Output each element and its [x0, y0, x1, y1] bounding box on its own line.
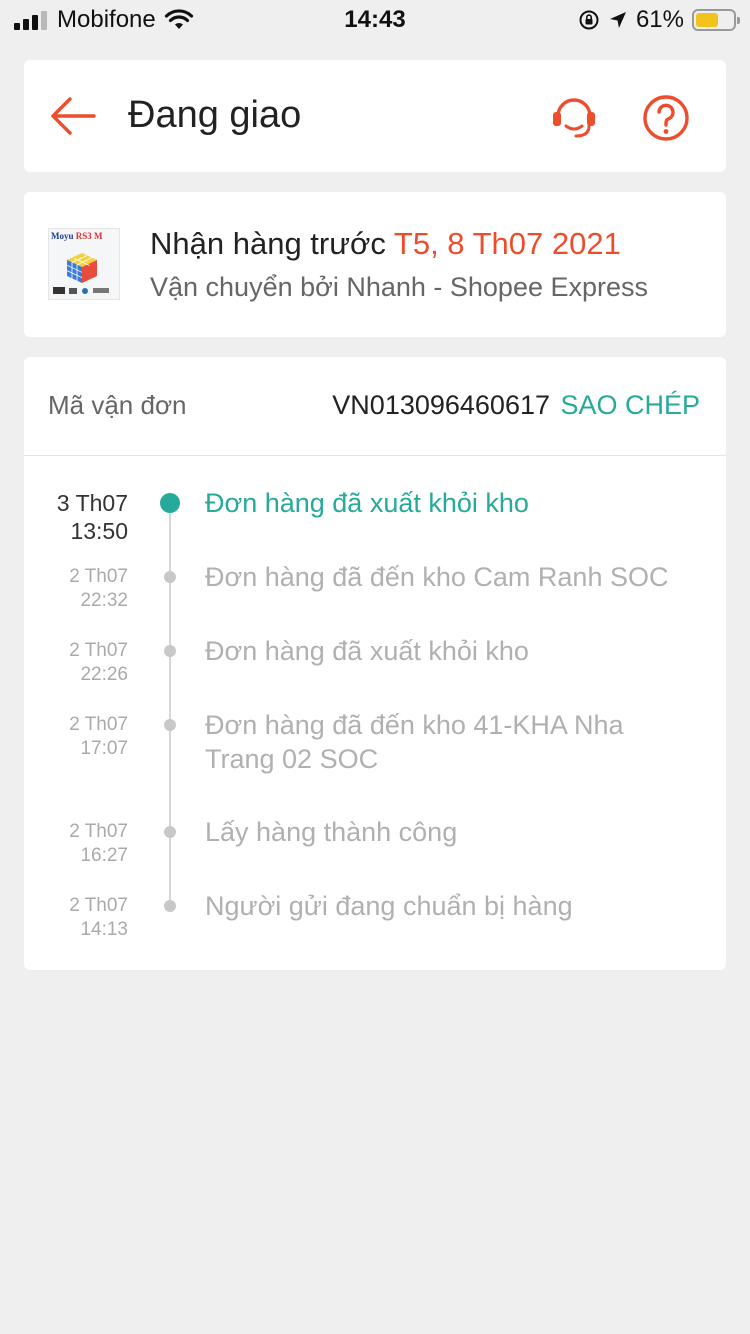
copy-button[interactable]: SAO CHÉP [560, 390, 700, 421]
event-description: Đơn hàng đã đến kho 41-KHA Nha Trang 02 … [205, 710, 624, 774]
accessories-image [53, 287, 109, 294]
support-button[interactable] [548, 92, 600, 142]
event-timestamp: 2 Th07 22:32 [28, 565, 128, 613]
event-date: 2 Th07 [69, 821, 128, 842]
status-dot [164, 900, 176, 912]
event-timestamp: 2 Th07 17:07 [28, 713, 128, 761]
status-dot [164, 719, 176, 731]
event-description: Đơn hàng đã xuất khỏi kho [205, 488, 529, 518]
event-date: 2 Th07 [69, 566, 128, 587]
event-time: 22:26 [80, 664, 128, 685]
status-dot [164, 826, 176, 838]
event-time: 14:13 [80, 919, 128, 940]
event-date: 3 Th07 [56, 490, 128, 516]
page-title: Đang giao [128, 94, 302, 136]
tracking-number-label: Mã vận đơn [48, 390, 187, 420]
divider [24, 455, 726, 456]
orientation-lock-icon [579, 10, 599, 30]
timeline-line [169, 505, 171, 905]
event-date: 2 Th07 [69, 895, 128, 916]
battery-percent: 61% [635, 6, 684, 33]
headset-icon [553, 98, 595, 138]
rubiks-cube-image [66, 253, 97, 283]
event-description: Đơn hàng đã đến kho Cam Ranh SOC [205, 562, 669, 592]
location-arrow-icon [609, 12, 626, 28]
help-button[interactable] [640, 92, 692, 144]
shipping-carrier: Vận chuyển bởi Nhanh - Shopee Express [150, 272, 649, 302]
delivery-info-card [24, 192, 726, 337]
event-timestamp: 2 Th07 16:27 [28, 820, 128, 868]
battery-icon [692, 9, 740, 31]
battery-level [696, 13, 718, 27]
back-button[interactable] [48, 92, 100, 140]
thumbnail-brand-text: Moyu RS3 M [51, 231, 103, 241]
event-date: 2 Th07 [69, 640, 128, 661]
tracking-number: VN013096460617 [332, 390, 550, 420]
event-timestamp: 2 Th07 14:13 [28, 894, 128, 942]
delivery-estimate-label: Nhận hàng trước [150, 226, 386, 261]
status-bar: Mobifone 14:43 61% [0, 0, 750, 40]
event-timestamp: 3 Th07 13:50 [28, 489, 128, 545]
current-status-dot [160, 493, 180, 513]
event-description: Lấy hàng thành công [205, 817, 458, 847]
question-circle-icon [643, 95, 689, 141]
delivery-estimate: Nhận hàng trước T5, 8 Th07 2021 [150, 226, 621, 262]
event-date: 2 Th07 [69, 714, 128, 735]
product-thumbnail[interactable]: Moyu RS3 M [48, 228, 120, 300]
event-time: 16:27 [80, 845, 128, 866]
event-time: 22:32 [80, 590, 128, 611]
event-description: Đơn hàng đã xuất khỏi kho [205, 636, 529, 666]
delivery-estimate-date: T5, 8 Th07 2021 [393, 226, 621, 261]
event-time: 13:50 [70, 518, 128, 544]
event-time: 17:07 [80, 738, 128, 759]
status-dot [164, 645, 176, 657]
back-arrow-icon [51, 97, 96, 135]
status-dot [164, 571, 176, 583]
status-bar-right: 61% [578, 6, 740, 34]
event-timestamp: 2 Th07 22:26 [28, 639, 128, 687]
event-description: Người gửi đang chuẩn bị hàng [205, 891, 573, 921]
